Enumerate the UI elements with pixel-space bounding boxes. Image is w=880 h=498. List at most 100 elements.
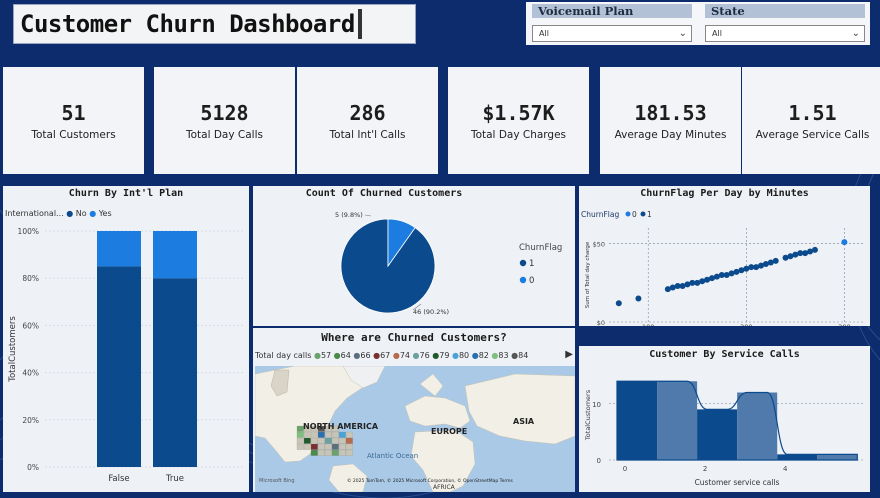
voicemail-plan-dropdown[interactable]: All ⌄ <box>532 25 692 42</box>
x-tick-label: True <box>165 474 184 484</box>
us-state-shape[interactable] <box>338 437 346 444</box>
churned-count-pie-chart: 46 (90.2%) 5 (9.8%) ChurnFlag 1 0 <box>335 211 562 316</box>
legend-dot-icon: ● <box>390 351 400 360</box>
us-state-shape[interactable] <box>338 449 346 456</box>
kpi-value: 5128 <box>200 101 249 125</box>
scatter-point-churn-1 <box>811 246 818 253</box>
us-state-shape[interactable] <box>303 437 311 444</box>
service-call-band <box>657 381 698 460</box>
us-state-shape[interactable] <box>324 431 332 438</box>
us-state-shape[interactable] <box>345 449 353 456</box>
legend-dot-icon: ● <box>449 351 459 360</box>
service-call-band <box>817 454 858 460</box>
us-state-shape[interactable] <box>317 431 325 438</box>
bar-segment-yes <box>97 231 141 267</box>
dashboard-title-box: Customer Churn Dashboard <box>13 4 416 44</box>
churnflag-scatter-chart: ChurnFlag01$0$50100200300Total day minut… <box>581 210 864 326</box>
map-label-north-america: NORTH AMERICA <box>303 422 379 431</box>
kpi-total-day-calls[interactable]: 5128 Total Day Calls <box>154 67 295 174</box>
x-tick-label: 300 <box>838 323 850 326</box>
voicemail-plan-value: All <box>539 29 549 38</box>
intl-plan-chart-panel[interactable]: Churn By Int'l Plan International... ● N… <box>3 186 249 492</box>
us-state-shape[interactable] <box>317 437 325 444</box>
map-legend: Total day calls ●57 ●64 ●66 ●67 ●74 ●76 … <box>255 351 528 360</box>
voicemail-plan-slicer-header: Voicemail Plan <box>532 4 692 18</box>
bar-segment-no <box>97 266 141 467</box>
scatter-legend-title: ChurnFlag <box>581 210 619 219</box>
us-state-shape[interactable] <box>303 443 311 450</box>
map-label-ocean: Atlantic Ocean <box>367 452 418 460</box>
y-tick-label: 0% <box>27 463 39 472</box>
y-tick-label: $50 <box>593 241 605 249</box>
map-legend-item: 64 <box>340 351 351 360</box>
us-state-shape[interactable] <box>324 449 332 456</box>
legend-dot-icon: ● <box>313 351 321 360</box>
us-state-shape[interactable] <box>317 449 325 456</box>
us-state-shape[interactable] <box>324 443 332 450</box>
y-tick-label: 20% <box>22 416 39 425</box>
map-title: Where are Churned Customers? <box>321 331 507 344</box>
us-state-shape[interactable] <box>338 443 346 450</box>
us-state-shape[interactable] <box>296 437 304 444</box>
service-calls-panel[interactable]: Customer By Service Calls 0 10 0 2 4 Customer… <box>579 346 870 492</box>
map-legend-item: 57 <box>320 351 332 360</box>
x-tick-label: 0 <box>623 465 627 473</box>
bar-segment-yes <box>153 231 197 279</box>
kpi-value: 51 <box>61 101 86 125</box>
kpi-label: Average Service Calls <box>755 129 870 141</box>
churned-map-panel[interactable]: Where are Churned Customers? Total day c… <box>253 328 575 492</box>
legend-dot-icon: ● <box>488 351 499 360</box>
kpi-total-customers[interactable]: 51 Total Customers <box>3 67 144 174</box>
map-legend-item: 67 <box>380 351 391 360</box>
kpi-average-day-minutes[interactable]: 181.53 Average Day Minutes <box>600 67 741 174</box>
us-state-shape[interactable] <box>317 443 325 450</box>
us-state-shape[interactable] <box>331 443 339 450</box>
text-cursor <box>357 9 362 39</box>
state-dropdown[interactable]: All ⌄ <box>705 25 865 42</box>
y-tick-label: 40% <box>22 369 39 378</box>
us-state-shape[interactable] <box>345 443 353 450</box>
x-tick-label: False <box>108 474 129 484</box>
us-state-shape[interactable] <box>310 443 318 450</box>
legend-dot-icon <box>519 276 527 284</box>
world-map[interactable]: NORTH AMERICA EUROPE ASIA Atlantic Ocean… <box>255 366 575 492</box>
us-state-shape[interactable] <box>310 449 318 456</box>
scatter-legend-item: 0 <box>632 210 637 219</box>
us-state-shape[interactable] <box>303 431 311 438</box>
us-state-shape[interactable] <box>338 431 346 438</box>
x-tick-label: 100 <box>642 323 654 326</box>
y-axis-label: TotalCustomers <box>8 316 18 383</box>
us-state-shape[interactable] <box>331 449 339 456</box>
legend-next-arrow-icon[interactable]: ▶ <box>565 349 573 360</box>
scatter-point-churn-1 <box>772 257 779 264</box>
kpi-total-intl-calls[interactable]: 286 Total Int'l Calls <box>297 67 438 174</box>
kpi-label: Total Day Charges <box>470 129 567 141</box>
us-state-shape[interactable] <box>310 437 318 444</box>
kpi-average-service-calls[interactable]: 1.51 Average Service Calls <box>742 67 880 174</box>
us-state-shape[interactable] <box>331 437 339 444</box>
us-state-shape[interactable] <box>310 431 318 438</box>
us-state-shape[interactable] <box>345 431 353 438</box>
pie-legend-item: 0 <box>529 276 534 286</box>
map-legend-item: 83 <box>498 351 509 360</box>
map-label-europe: EUROPE <box>431 427 467 436</box>
chevron-down-icon: ⌄ <box>678 28 687 39</box>
us-state-shape[interactable] <box>331 431 339 438</box>
map-legend-item: 84 <box>518 351 529 360</box>
us-state-shape[interactable] <box>296 443 304 450</box>
service-call-band <box>697 409 738 460</box>
churnflag-scatter-panel[interactable]: ChurnFlag Per Day by Minutes ChurnFlag 0 1… <box>579 186 870 326</box>
us-state-shape[interactable] <box>324 437 332 444</box>
us-state-shape[interactable] <box>296 431 304 438</box>
pie-legend-title: ChurnFlag <box>519 243 562 253</box>
kpi-total-day-charges[interactable]: $1.57K Total Day Charges <box>448 67 589 174</box>
legend-dot-icon: ● <box>429 351 440 360</box>
kpi-value: 1.51 <box>788 101 837 125</box>
pie-data-label-0: 5 (9.8%) <box>335 211 363 219</box>
intl-plan-stacked-bar-chart: 0% 20% 40% 60% 80% 100% TotalCustomers False Tru… <box>8 227 243 484</box>
churned-count-pie-panel[interactable]: Count Of Churned Customers 46 (90.2%) 5 (… <box>253 186 575 326</box>
us-state-shape[interactable] <box>345 437 353 444</box>
pie-legend-item: 1 <box>529 259 534 269</box>
kpi-label: Total Customers <box>31 129 116 141</box>
y-tick-label: 100% <box>18 227 39 236</box>
